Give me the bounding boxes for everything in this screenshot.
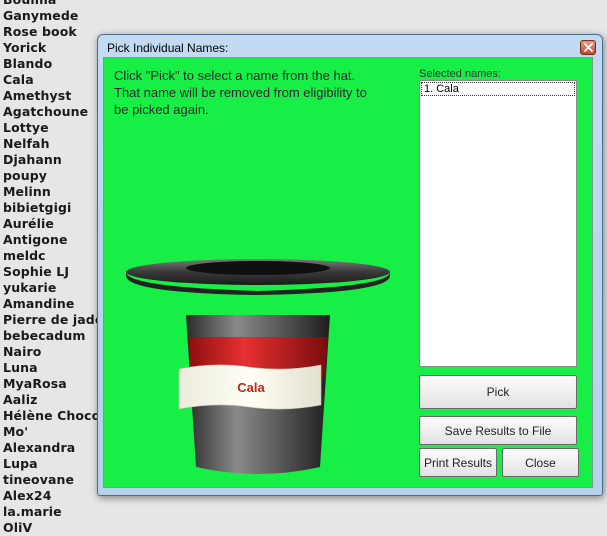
background-name-item: Agatchoune [3, 104, 89, 119]
list-item[interactable]: 1. Cala [421, 82, 575, 96]
background-name-item: Yorick [3, 40, 47, 55]
background-name-item: Luna [3, 360, 38, 375]
close-button[interactable]: Close [502, 448, 579, 477]
dialog-client-area: Click "Pick" to select a name from the h… [103, 57, 593, 488]
background-name-item: Aaliz [3, 392, 38, 407]
window-close-button[interactable] [580, 40, 596, 55]
background-name-item: Amandine [3, 296, 75, 311]
background-name-item: Aurélie [3, 216, 54, 231]
background-name-list: BoulmaGanymedeRose bookYorickBlandoCalaA… [3, 0, 103, 536]
selected-names-label: Selected names: [419, 68, 501, 80]
selected-names-listbox[interactable]: 1. Cala [419, 80, 577, 367]
background-name-item: Pierre de jade [3, 312, 104, 327]
background-name-item: Djahann [3, 152, 62, 167]
background-name-item: bibietgigi [3, 200, 72, 215]
background-name-item: la.marie [3, 504, 62, 519]
background-name-item: yukarie [3, 280, 57, 295]
background-name-item: Hélène Choco [3, 408, 101, 423]
background-name-item: Mo' [3, 424, 29, 439]
background-name-item: tineovane [3, 472, 75, 487]
background-name-item: Ganymede [3, 8, 79, 23]
background-name-item: Rose book [3, 24, 77, 39]
background-name-item: Lupa [3, 456, 38, 471]
pick-names-dialog: Pick Individual Names: Click "Pick" to s… [97, 34, 603, 496]
save-results-button[interactable]: Save Results to File [419, 416, 577, 445]
background-name-item: MyaRosa [3, 376, 67, 391]
hat-name-label: Cala [237, 380, 265, 395]
background-name-item: Cala [3, 72, 34, 87]
background-name-item: Melinn [3, 184, 51, 199]
close-icon [583, 43, 593, 52]
background-name-item: Antigone [3, 232, 68, 247]
print-results-button[interactable]: Print Results [419, 448, 497, 477]
background-name-item: Alex24 [3, 488, 52, 503]
background-name-item: bebecadum [3, 328, 86, 343]
window-title: Pick Individual Names: [107, 41, 229, 55]
background-name-item: Amethyst [3, 88, 72, 103]
background-name-item: poupy [3, 168, 48, 183]
background-name-item: meldc [3, 248, 46, 263]
background-name-item: OliV [3, 520, 33, 535]
background-name-item: Sophie LJ [3, 264, 70, 279]
background-name-item: Blando [3, 56, 53, 71]
instructions-text: Click "Pick" to select a name from the h… [114, 68, 367, 117]
background-name-item: Boulma [3, 0, 103, 8]
magic-hat-illustration: Cala [126, 259, 390, 474]
background-name-item: Nairo [3, 344, 42, 359]
background-name-item: Alexandra [3, 440, 76, 455]
background-name-item: Nelfah [3, 136, 50, 151]
background-name-item: Lottye [3, 120, 49, 135]
pick-button[interactable]: Pick [419, 375, 577, 409]
